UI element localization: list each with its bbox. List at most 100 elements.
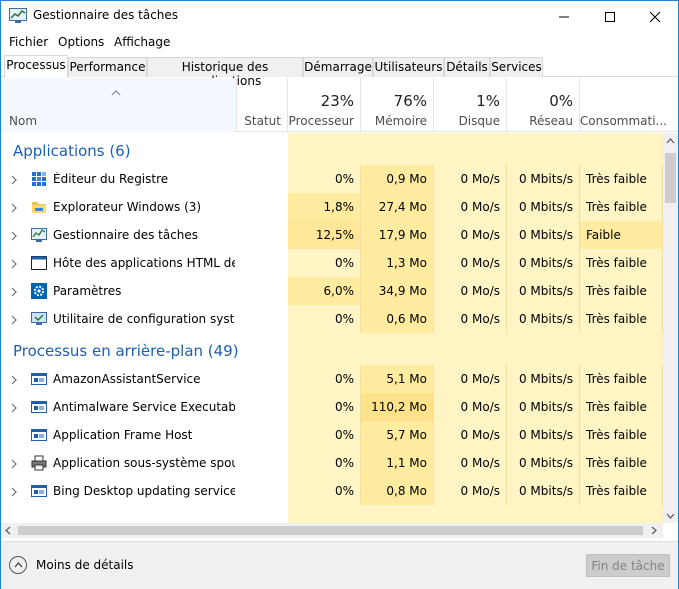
value-cpu: 0%	[334, 372, 354, 386]
cell-cpu: 12,5%	[288, 221, 361, 249]
vertical-scroll-thumb[interactable]	[665, 153, 676, 203]
chevron-right-icon[interactable]	[11, 458, 17, 472]
title-bar[interactable]: Gestionnaire des tâches	[1, 1, 678, 31]
chevron-right-icon[interactable]	[11, 286, 17, 300]
window-title: Gestionnaire des tâches	[33, 8, 179, 22]
value-power: Faible	[586, 228, 621, 242]
close-button[interactable]	[632, 1, 678, 31]
value-power: Très faible	[586, 200, 647, 214]
chevron-right-icon[interactable]	[11, 174, 17, 188]
column-network[interactable]: 0% Réseau	[507, 78, 580, 132]
column-memory-label: Mémoire	[374, 114, 427, 128]
value-cpu: 0%	[334, 172, 354, 186]
column-cpu[interactable]: 23% Processeur	[288, 78, 361, 132]
value-disk: 0 Mo/s	[460, 284, 500, 298]
value-net: 0 Mbits/s	[518, 284, 573, 298]
column-power-label: Consommati...	[579, 114, 667, 128]
cell-power: Très faible	[580, 305, 663, 333]
cell-cpu: 0%	[288, 421, 361, 449]
column-status[interactable]: Statut	[237, 78, 288, 132]
process-name: Explorateur Windows (3)	[53, 200, 202, 214]
cell-mem: 110,2 Mo	[361, 393, 434, 421]
tab-processus[interactable]: Processus	[4, 55, 68, 78]
cell-disk: 0 Mo/s	[434, 421, 507, 449]
process-row[interactable]: Application Frame Host 0% 5,7 Mo 0 Mo/s 0 Mb…	[1, 421, 663, 449]
cell-mem: 1,3 Mo	[361, 249, 434, 277]
cell-disk: 0 Mo/s	[434, 249, 507, 277]
value-cpu: 0%	[334, 312, 354, 326]
process-row[interactable]: Antimalware Service Executable 0% 110,2 Mo…	[1, 393, 663, 421]
value-mem: 27,4 Mo	[378, 200, 427, 214]
column-name[interactable]: Nom	[1, 78, 237, 132]
value-disk: 0 Mo/s	[460, 312, 500, 326]
scroll-down-icon[interactable]	[666, 513, 675, 519]
tab-performance[interactable]: Performance	[68, 57, 147, 77]
maximize-button[interactable]	[587, 1, 633, 31]
column-power[interactable]: Consommati...	[580, 78, 678, 132]
value-cpu: 0%	[334, 456, 354, 470]
tab-details[interactable]: Détails	[444, 57, 490, 77]
chevron-right-icon[interactable]	[11, 402, 17, 416]
process-row[interactable]: Éditeur du Registre 0% 0,9 Mo 0 Mo/s 0 Mbits…	[1, 165, 663, 193]
footer: Moins de détails Fin de tâche	[1, 541, 678, 589]
process-row[interactable]: Hôte des applications HTML de ... 0% 1,3 M…	[1, 249, 663, 277]
tab-demarrage[interactable]: Démarrage	[303, 57, 373, 77]
process-row[interactable]: AmazonAssistantService 0% 5,1 Mo 0 Mo/s 0 Mb…	[1, 365, 663, 393]
horizontal-scrollbar[interactable]	[1, 523, 663, 538]
cell-cpu: 0%	[288, 365, 361, 393]
value-mem: 0,9 Mo	[386, 172, 427, 186]
cell-net: 0 Mbits/s	[507, 193, 580, 221]
value-power: Très faible	[586, 400, 647, 414]
cell-mem: 17,9 Mo	[361, 221, 434, 249]
process-name: Bing Desktop updating service (...	[53, 484, 235, 498]
disk-total: 1%	[476, 92, 500, 110]
group-header[interactable]: Processus en arrière-plan (49)	[1, 333, 663, 365]
tab-utilisateurs[interactable]: Utilisateurs	[373, 57, 444, 77]
chevron-right-icon[interactable]	[11, 486, 17, 500]
cell-disk: 0 Mo/s	[434, 305, 507, 333]
chevron-right-icon[interactable]	[11, 258, 17, 272]
group-title: Processus en arrière-plan (49)	[13, 342, 239, 360]
chevron-right-icon[interactable]	[11, 314, 17, 328]
value-disk: 0 Mo/s	[460, 228, 500, 242]
process-row[interactable]: Explorateur Windows (3) 1,8% 27,4 Mo 0 Mo/s…	[1, 193, 663, 221]
scroll-right-icon[interactable]	[651, 526, 657, 535]
scroll-left-icon[interactable]	[5, 526, 11, 535]
cell-power: Très faible	[580, 193, 663, 221]
cell-power: Très faible	[580, 393, 663, 421]
process-row[interactable]: Utilitaire de configuration systè... 0% 0,…	[1, 305, 663, 333]
column-memory[interactable]: 76% Mémoire	[361, 78, 434, 132]
horizontal-scroll-thumb[interactable]	[18, 526, 643, 535]
tab-historique[interactable]: Historique des applications	[147, 57, 303, 88]
value-power: Très faible	[586, 372, 647, 386]
tab-services[interactable]: Services	[490, 57, 543, 77]
value-cpu: 12,5%	[315, 228, 354, 242]
scroll-up-icon[interactable]	[666, 138, 675, 144]
value-power: Très faible	[586, 312, 647, 326]
value-cpu: 0%	[334, 256, 354, 270]
end-task-button[interactable]: Fin de tâche	[586, 554, 670, 577]
cell-cpu: 0%	[288, 449, 361, 477]
process-row[interactable]: Bing Desktop updating service (... 0% 0,8 …	[1, 477, 663, 505]
column-disk[interactable]: 1% Disque	[434, 78, 507, 132]
process-row[interactable]: Paramètres 6,0% 34,9 Mo 0 Mo/s 0 Mbits/s Très…	[1, 277, 663, 305]
vertical-scrollbar[interactable]	[663, 133, 678, 523]
chevron-right-icon[interactable]	[11, 374, 17, 388]
menu-fichier[interactable]: Fichier	[9, 35, 48, 49]
cpu-total: 23%	[320, 92, 354, 110]
group-header[interactable]: Applications (6)	[1, 133, 663, 165]
minimize-button[interactable]	[541, 1, 587, 31]
chevron-right-icon[interactable]	[11, 230, 17, 244]
menu-affichage[interactable]: Affichage	[114, 35, 170, 49]
column-cpu-label: Processeur	[288, 114, 354, 128]
value-net: 0 Mbits/s	[518, 256, 573, 270]
process-row[interactable]: Application sous-système spoul... 0% 1,1 M…	[1, 449, 663, 477]
chevron-right-icon[interactable]	[11, 202, 17, 216]
value-disk: 0 Mo/s	[460, 372, 500, 386]
process-name: Application sous-système spoul...	[53, 456, 235, 470]
cell-net: 0 Mbits/s	[507, 421, 580, 449]
menu-options[interactable]: Options	[58, 35, 104, 49]
cell-power: Très faible	[580, 249, 663, 277]
process-list: Applications (6) Éditeur du Registre 0% 0,9…	[1, 133, 663, 523]
process-row[interactable]: Gestionnaire des tâches 12,5% 17,9 Mo 0 Mo/…	[1, 221, 663, 249]
